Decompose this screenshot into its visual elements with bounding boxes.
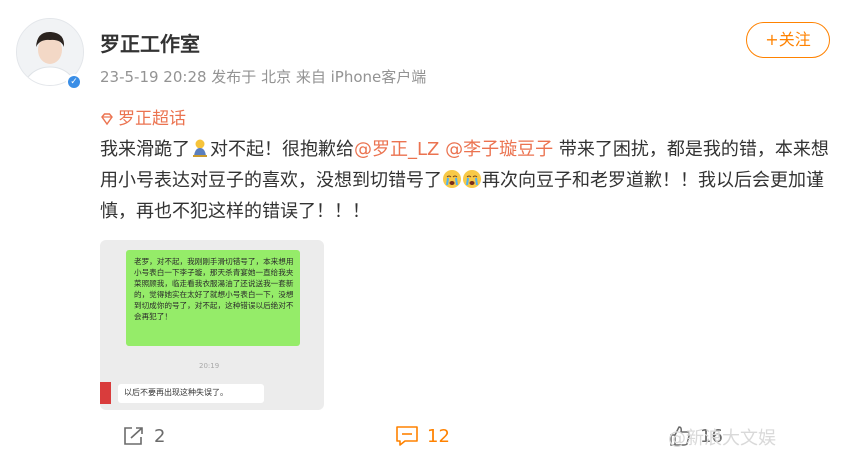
supertopic-link[interactable]: 罗正超话 (100, 104, 186, 129)
follow-button[interactable]: +关注 (746, 22, 830, 58)
crying-emoji (443, 170, 461, 188)
topic-diamond-icon (101, 113, 113, 126)
share-count: 2 (154, 425, 166, 447)
share-button[interactable]: 2 (122, 425, 165, 447)
crying-emoji (463, 170, 481, 188)
chat-reply-text: 以后不要再出现这种失误了。 (124, 388, 228, 397)
post-content: 我来滑跪了 对不起！很抱歉给@罗正_LZ @李子璇豆子 带来了困扰，都是我的错，… (100, 134, 835, 227)
chat-reply-avatar (100, 382, 111, 404)
verified-icon: ✓ (68, 76, 80, 88)
comment-count: 12 (427, 425, 450, 447)
watermark: @新浪大文娱 (668, 428, 776, 449)
comment-icon (396, 426, 418, 446)
kneel-emoji (193, 139, 207, 157)
mention-luozheng[interactable]: @罗正_LZ (354, 139, 439, 160)
chat-time: 20:19 (199, 362, 220, 370)
post-meta: 23-5-19 20:28 发布于 北京 来自 iPhone客户端 (100, 68, 427, 86)
mention-liziyuan[interactable]: @李子璇豆子 (445, 139, 553, 160)
comment-button[interactable]: 12 (395, 425, 450, 447)
content-text-2: 对不起！很抱歉给 (210, 139, 354, 160)
content-text-1: 我来滑跪了 (100, 139, 190, 160)
author-name[interactable]: 罗正工作室 (100, 28, 200, 57)
topic-label: 罗正超话 (118, 109, 186, 129)
share-icon (124, 427, 143, 445)
chat-bubble-text: 老罗，对不起，我刚刚手滑切错号了，本来想用小号表白一下李子璇，那天杀青宴她一直给… (134, 257, 294, 321)
